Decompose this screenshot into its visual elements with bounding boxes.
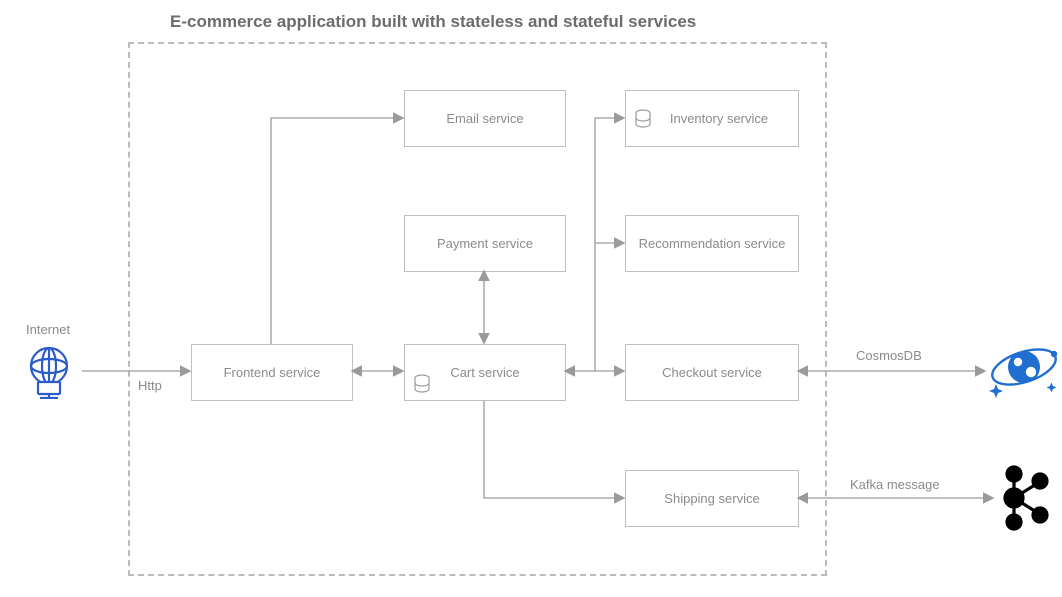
recommendation-service: Recommendation service xyxy=(625,215,799,272)
database-icon xyxy=(413,374,431,394)
shipping-service-label: Shipping service xyxy=(664,491,759,506)
checkout-service: Checkout service xyxy=(625,344,799,401)
inventory-service-label: Inventory service xyxy=(670,111,768,126)
internet-label: Internet xyxy=(26,322,70,337)
frontend-service-label: Frontend service xyxy=(224,365,321,380)
http-label: Http xyxy=(138,378,162,393)
cosmosdb-icon xyxy=(988,331,1060,403)
kafka-icon xyxy=(996,462,1054,534)
cosmosdb-label: CosmosDB xyxy=(856,348,922,363)
inventory-service: Inventory service xyxy=(625,90,799,147)
cart-service: Cart service xyxy=(404,344,566,401)
shipping-service: Shipping service xyxy=(625,470,799,527)
recommendation-service-label: Recommendation service xyxy=(639,236,786,251)
cart-service-label: Cart service xyxy=(450,365,519,380)
diagram-title: E-commerce application built with statel… xyxy=(170,12,696,32)
globe-icon xyxy=(18,344,80,399)
payment-service: Payment service xyxy=(404,215,566,272)
checkout-service-label: Checkout service xyxy=(662,365,762,380)
email-service: Email service xyxy=(404,90,566,147)
email-service-label: Email service xyxy=(446,111,523,126)
database-icon xyxy=(634,109,652,129)
diagram-stage: E-commerce application built with statel… xyxy=(0,0,1062,597)
kafka-label: Kafka message xyxy=(850,477,940,492)
frontend-service: Frontend service xyxy=(191,344,353,401)
payment-service-label: Payment service xyxy=(437,236,533,251)
